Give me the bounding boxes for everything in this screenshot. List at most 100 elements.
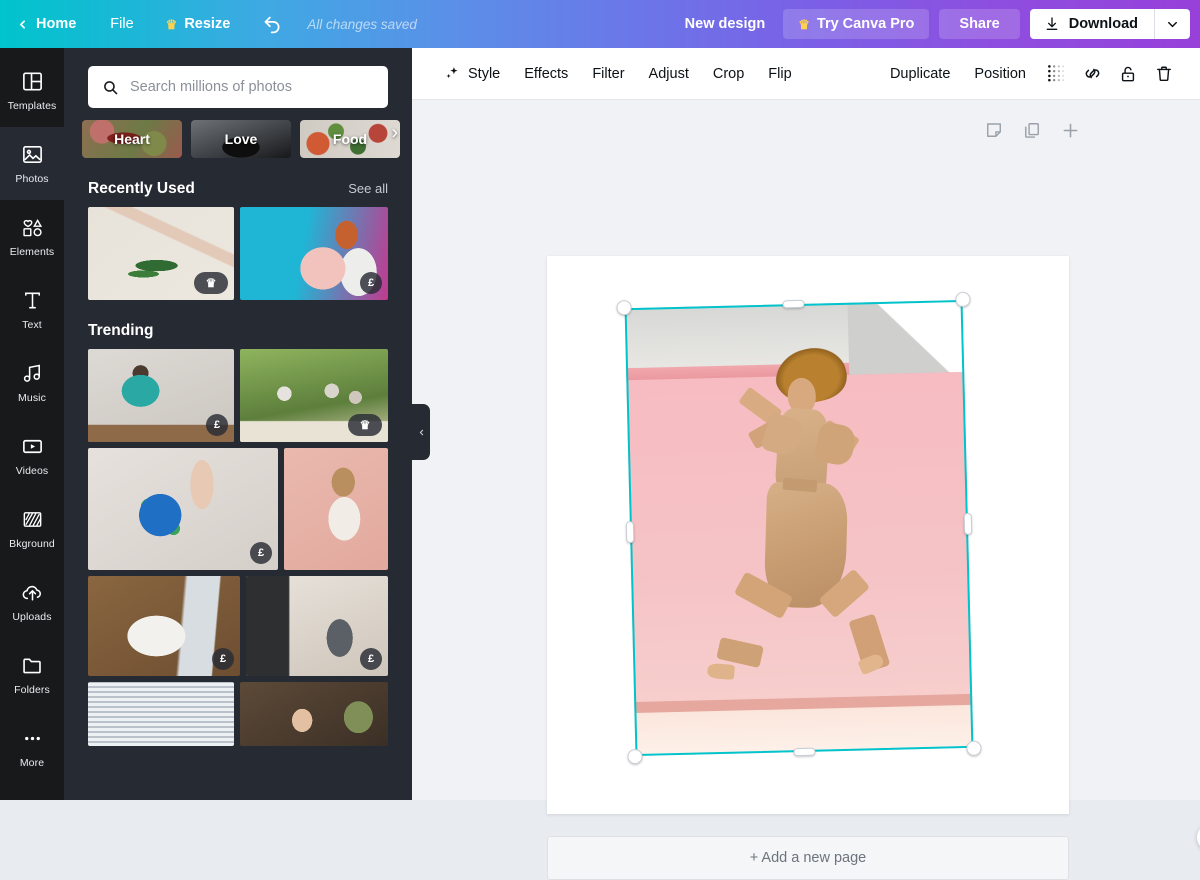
sparkle-icon	[446, 67, 458, 79]
position-button[interactable]: Position	[962, 59, 1038, 89]
thumb-art	[284, 448, 388, 570]
price-badge: £	[360, 648, 382, 670]
selected-image[interactable]	[616, 291, 982, 765]
sidebar-item-templates[interactable]: Templates	[0, 54, 64, 127]
sidebar-item-background[interactable]: Bkground	[0, 492, 64, 565]
sidebar-item-videos[interactable]: Videos	[0, 419, 64, 492]
crop-button[interactable]: Crop	[701, 59, 756, 89]
notes-button[interactable]	[982, 118, 1006, 142]
download-group: Download	[1029, 9, 1190, 39]
category-chip-food[interactable]: Food	[300, 120, 400, 158]
sidebar-item-folders[interactable]: Folders	[0, 638, 64, 711]
photo-thumbnail[interactable]	[88, 682, 234, 746]
duplicate-button[interactable]: Duplicate	[878, 59, 962, 89]
section-title: Recently Used	[88, 180, 195, 197]
try-canva-pro-button[interactable]: ♛ Try Canva Pro	[783, 9, 930, 39]
style-button[interactable]: Style	[432, 58, 512, 89]
resize-handle-right[interactable]	[963, 512, 973, 535]
adjust-label: Adjust	[648, 65, 689, 82]
sidebar-item-label: Folders	[14, 683, 50, 696]
resize-handle-bottom[interactable]	[793, 747, 816, 757]
photo-thumbnail[interactable]	[284, 448, 388, 570]
sidebar-item-label: More	[19, 756, 45, 769]
try-pro-label: Try Canva Pro	[816, 16, 915, 32]
search-input[interactable]	[130, 79, 374, 95]
photo-thumbnail[interactable]: £	[88, 349, 234, 442]
resize-button[interactable]: ♛ Resize	[152, 0, 245, 48]
search-box[interactable]	[88, 66, 388, 108]
sidebar-item-label: Templates	[7, 99, 57, 112]
sidebar-item-label: Elements	[9, 245, 55, 258]
crown-icon: ♛	[798, 16, 810, 32]
flip-button[interactable]: Flip	[756, 59, 803, 89]
download-options-button[interactable]	[1154, 9, 1190, 39]
category-chips: Heart Love Food ›	[64, 108, 412, 158]
chips-next-button[interactable]: ›	[392, 124, 398, 143]
flip-label: Flip	[768, 65, 792, 82]
price-badge: £	[206, 414, 228, 436]
duplicate-page-button[interactable]	[1020, 118, 1044, 142]
sidebar-item-more[interactable]: More	[0, 711, 64, 784]
transparency-button[interactable]	[1038, 56, 1074, 92]
add-page-button[interactable]	[1058, 118, 1082, 142]
photo-thumbnail[interactable]: £	[240, 207, 388, 300]
chevron-left-icon	[419, 429, 423, 435]
recently-used-grid: ♛ £	[64, 207, 412, 300]
new-design-button[interactable]: New design	[667, 0, 784, 48]
see-all-link[interactable]: See all	[348, 181, 388, 196]
photo-thumbnail[interactable]: £	[246, 576, 388, 676]
sidebar-item-label: Photos	[15, 172, 49, 185]
undo-button[interactable]	[244, 14, 301, 35]
photo-thumbnail[interactable]: £	[88, 448, 278, 570]
price-badge: £	[360, 272, 382, 294]
sidebar-item-elements[interactable]: Elements	[0, 200, 64, 273]
file-label: File	[110, 16, 134, 32]
new-design-label: New design	[684, 16, 766, 32]
lock-button[interactable]	[1110, 56, 1146, 92]
file-menu-button[interactable]: File	[92, 0, 151, 48]
link-button[interactable]	[1074, 56, 1110, 92]
add-new-page-button[interactable]: + Add a new page	[547, 836, 1069, 880]
top-bar: Home File ♛ Resize All changes saved New…	[0, 0, 1200, 48]
effects-button[interactable]: Effects	[512, 59, 580, 89]
more-icon	[21, 727, 44, 751]
photo-thumbnail[interactable]: ♛	[88, 207, 234, 300]
sidebar-item-text[interactable]: Text	[0, 273, 64, 346]
category-chip-love[interactable]: Love	[191, 120, 291, 158]
filter-label: Filter	[592, 65, 625, 82]
crop-label: Crop	[712, 65, 745, 82]
duplicate-page-icon	[1025, 123, 1039, 138]
home-button[interactable]: Home	[0, 0, 92, 48]
photo-thumbnail[interactable]: ♛	[240, 349, 388, 442]
filter-button[interactable]: Filter	[580, 59, 636, 89]
resize-handle-top[interactable]	[782, 299, 805, 309]
collapse-panel-button[interactable]	[412, 404, 430, 460]
sidebar-item-label: Text	[22, 318, 42, 331]
delete-button[interactable]	[1146, 56, 1182, 92]
adjust-button[interactable]: Adjust	[637, 59, 701, 89]
crown-icon: ♛	[165, 16, 178, 32]
sidebar-item-uploads[interactable]: Uploads	[0, 565, 64, 638]
photo-thumbnail[interactable]: £	[88, 576, 240, 676]
photo-thumbnail[interactable]	[240, 682, 388, 746]
chip-label: Heart	[114, 131, 150, 147]
plus-icon	[1063, 123, 1077, 137]
sidebar-item-photos[interactable]: Photos	[0, 127, 64, 200]
trending-grid: £ ♛ £ £ £	[64, 349, 412, 746]
style-label: Style	[468, 65, 501, 82]
sidebar-item-music[interactable]: Music	[0, 346, 64, 419]
price-badge: £	[250, 542, 272, 564]
photos-panel: Heart Love Food › Recently Used See all …	[64, 48, 412, 800]
search-icon	[104, 80, 118, 94]
add-page-area: + Add a new page	[547, 836, 1069, 880]
share-button[interactable]: Share	[939, 9, 1020, 39]
resize-label: Resize	[184, 16, 231, 32]
pro-crown-badge: ♛	[348, 414, 382, 436]
resize-handle-left[interactable]	[625, 521, 635, 544]
sidebar-item-label: Uploads	[12, 610, 52, 623]
selected-image-content	[624, 299, 974, 757]
page-tools	[412, 100, 1200, 146]
download-button[interactable]: Download	[1030, 9, 1154, 39]
category-chip-heart[interactable]: Heart	[82, 120, 182, 158]
trending-header: Trending	[64, 300, 412, 349]
